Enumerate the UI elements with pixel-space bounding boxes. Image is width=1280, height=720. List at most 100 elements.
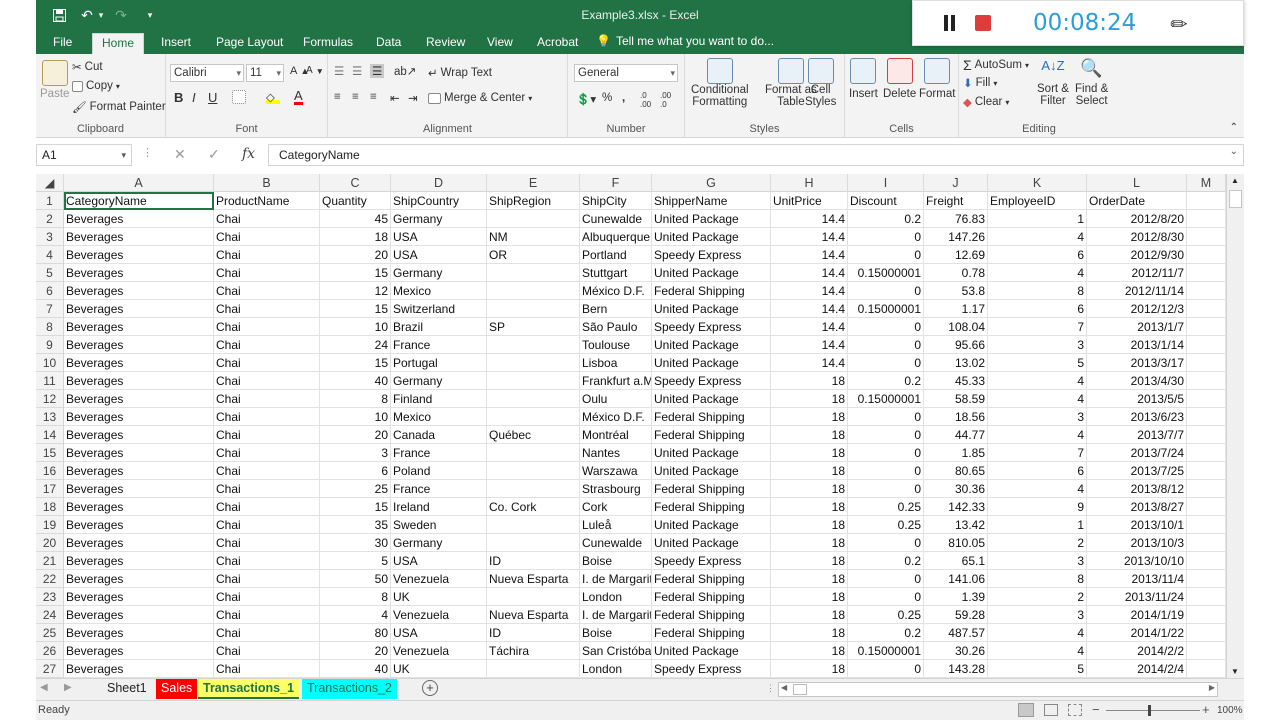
table-cell[interactable]: Switzerland	[391, 300, 487, 318]
table-cell[interactable]: 0.2	[848, 372, 924, 390]
tab-formulas[interactable]: Formulas	[294, 33, 362, 54]
table-cell[interactable]	[1187, 408, 1226, 426]
table-cell[interactable]: Speedy Express	[652, 552, 771, 570]
row-header[interactable]: 18	[36, 498, 64, 516]
table-cell[interactable]: 0	[848, 228, 924, 246]
table-cell[interactable]: Beverages	[64, 264, 214, 282]
table-cell[interactable]: Portland	[580, 246, 652, 264]
table-cell[interactable]: United Package	[652, 462, 771, 480]
row-header[interactable]: 9	[36, 336, 64, 354]
align-left-icon[interactable]: ≡	[334, 91, 341, 103]
table-cell[interactable]: 15	[320, 264, 391, 282]
tab-acrobat[interactable]: Acrobat	[528, 33, 587, 54]
row-header[interactable]: 4	[36, 246, 64, 264]
tab-split-icon[interactable]: ⋮	[766, 683, 775, 694]
table-cell[interactable]: 25	[320, 480, 391, 498]
table-cell[interactable]	[487, 282, 580, 300]
table-cell[interactable]: Beverages	[64, 390, 214, 408]
table-cell[interactable]: United Package	[652, 336, 771, 354]
table-cell[interactable]: 2012/11/14	[1087, 282, 1187, 300]
merge-center-button[interactable]: Merge & Center ▾	[428, 92, 532, 104]
percent-icon[interactable]: %	[602, 92, 612, 104]
table-cell[interactable]: 0.15000001	[848, 264, 924, 282]
table-cell[interactable]: Chai	[214, 480, 320, 498]
row-header[interactable]: 24	[36, 606, 64, 624]
table-cell[interactable]: 0	[848, 444, 924, 462]
table-cell[interactable]: 53.8	[924, 282, 988, 300]
table-cell[interactable]: 3	[988, 552, 1087, 570]
table-cell[interactable]: 10	[320, 408, 391, 426]
table-cell[interactable]: United Package	[652, 210, 771, 228]
table-cell[interactable]: Chai	[214, 354, 320, 372]
table-cell[interactable]: 44.77	[924, 426, 988, 444]
table-cell[interactable]: 18	[771, 552, 848, 570]
table-cell[interactable]: 5	[988, 660, 1087, 678]
table-cell[interactable]: 0	[848, 480, 924, 498]
table-cell[interactable]: Oulu	[580, 390, 652, 408]
table-cell[interactable]	[1187, 318, 1226, 336]
font-name-select[interactable]: Calibri	[170, 64, 244, 82]
sheet-tab[interactable]: Sheet1	[102, 679, 152, 699]
table-cell[interactable]: 14.4	[771, 264, 848, 282]
cancel-entry-icon[interactable]: ✕	[174, 146, 186, 163]
table-cell[interactable]: Albuquerque	[580, 228, 652, 246]
table-cell[interactable]: Venezuela	[391, 606, 487, 624]
table-cell[interactable]: 2	[988, 534, 1087, 552]
column-header-e[interactable]: E	[487, 174, 580, 192]
table-cell[interactable]	[1187, 246, 1226, 264]
table-cell[interactable]: 810.05	[924, 534, 988, 552]
table-cell[interactable]: 4	[988, 480, 1087, 498]
table-cell[interactable]: Montréal	[580, 426, 652, 444]
tab-view[interactable]: View	[478, 33, 522, 54]
table-cell[interactable]: Chai	[214, 300, 320, 318]
table-cell[interactable]: 6	[988, 300, 1087, 318]
table-cell[interactable]: Cunewalde	[580, 534, 652, 552]
decrease-decimal-icon[interactable]: .00.0	[660, 91, 671, 109]
table-cell[interactable]: Beverages	[64, 642, 214, 660]
table-cell[interactable]: Mexico	[391, 408, 487, 426]
scroll-left-icon[interactable]: ◀	[781, 683, 787, 692]
table-cell[interactable]	[487, 354, 580, 372]
table-cell[interactable]: 3	[988, 408, 1087, 426]
table-cell[interactable]	[1187, 624, 1226, 642]
table-cell[interactable]: Chai	[214, 606, 320, 624]
collapse-ribbon-icon[interactable]: ⌃	[1230, 122, 1238, 133]
row-header[interactable]: 7	[36, 300, 64, 318]
table-cell[interactable]	[1187, 282, 1226, 300]
table-cell[interactable]: 18	[771, 624, 848, 642]
table-cell[interactable]: 2013/10/10	[1087, 552, 1187, 570]
table-cell[interactable]: Federal Shipping	[652, 498, 771, 516]
horizontal-scrollbar[interactable]: ◀ ▶	[778, 682, 1218, 697]
table-cell[interactable]: 2013/11/4	[1087, 570, 1187, 588]
table-cell[interactable]: Warszawa	[580, 462, 652, 480]
table-cell[interactable]: Chai	[214, 282, 320, 300]
header-cell[interactable]: EmployeeID	[988, 192, 1087, 210]
table-cell[interactable]	[487, 588, 580, 606]
page-break-view-icon[interactable]	[1068, 704, 1082, 716]
table-cell[interactable]: Nueva Esparta	[487, 606, 580, 624]
table-cell[interactable]: United Package	[652, 642, 771, 660]
row-header[interactable]: 19	[36, 516, 64, 534]
table-cell[interactable]	[487, 660, 580, 678]
table-cell[interactable]: 0	[848, 246, 924, 264]
table-cell[interactable]	[487, 444, 580, 462]
table-cell[interactable]: Stuttgart	[580, 264, 652, 282]
table-cell[interactable]: Luleå	[580, 516, 652, 534]
align-center-icon[interactable]: ≡	[352, 91, 359, 103]
table-cell[interactable]	[1187, 498, 1226, 516]
table-cell[interactable]: 18	[320, 228, 391, 246]
table-cell[interactable]: 0	[848, 336, 924, 354]
sheet-tab[interactable]: Transactions_2	[302, 679, 397, 699]
tab-insert[interactable]: Insert	[152, 33, 200, 54]
worksheet-grid[interactable]: ◢ ABCDEFGHIJKLM 1 CategoryName ProductName…	[36, 174, 1244, 678]
table-cell[interactable]	[1187, 462, 1226, 480]
column-header-a[interactable]: A	[64, 174, 214, 192]
formula-input[interactable]: CategoryName	[268, 144, 1244, 166]
table-cell[interactable]: London	[580, 588, 652, 606]
table-cell[interactable]: Beverages	[64, 210, 214, 228]
table-cell[interactable]: 8	[988, 282, 1087, 300]
table-cell[interactable]: 1.85	[924, 444, 988, 462]
header-cell[interactable]: ShipCountry	[391, 192, 487, 210]
column-header-m[interactable]: M	[1187, 174, 1226, 192]
table-cell[interactable]: Cunewalde	[580, 210, 652, 228]
